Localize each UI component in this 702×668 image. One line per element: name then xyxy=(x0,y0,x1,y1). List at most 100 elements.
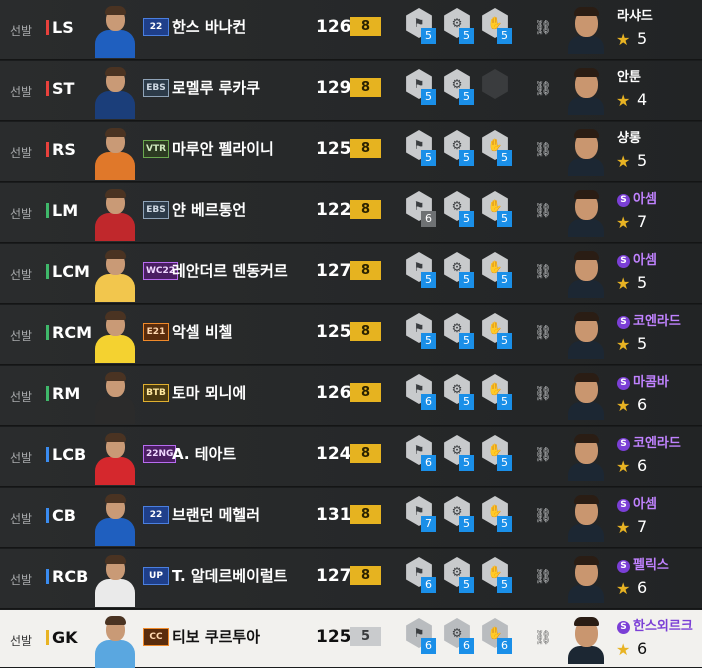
player-portrait[interactable] xyxy=(90,612,140,668)
player-row[interactable]: 선발 LM EBS 얀 베르통언 122 8 ⚑ 6 ⚙ 5 ✋ 5 ⛓ S 아셈 ★ 7 xyxy=(0,183,702,243)
link-icon[interactable]: ⛓ xyxy=(534,20,552,36)
coach-name[interactable]: S 코엔라드 xyxy=(617,310,681,329)
trait-slot[interactable]: ⚙ 5 xyxy=(442,69,476,105)
player-name[interactable]: A. 테아트 xyxy=(172,443,236,464)
coach-portrait[interactable] xyxy=(566,189,606,237)
player-portrait[interactable] xyxy=(90,185,140,241)
grade-badge: 8 xyxy=(350,17,381,36)
coach-portrait[interactable] xyxy=(566,555,606,603)
trait-slot[interactable]: ⚙ 5 xyxy=(442,191,476,227)
trait-slot[interactable]: ⚙ 5 xyxy=(442,557,476,593)
player-portrait[interactable] xyxy=(90,63,140,119)
trait-slot[interactable]: ⚙ 5 xyxy=(442,252,476,288)
player-portrait[interactable] xyxy=(90,124,140,180)
coach-portrait[interactable] xyxy=(566,433,606,481)
link-icon[interactable]: ⛓ xyxy=(534,264,552,280)
trait-slot[interactable]: ⚑ 7 xyxy=(404,496,438,532)
trait-slot[interactable]: ✋ 5 xyxy=(480,435,514,471)
player-name[interactable]: 레안더르 덴동커르 xyxy=(172,260,288,281)
player-row[interactable]: 선발 CB 22 브랜던 메헬러 131 8 ⚑ 7 ⚙ 5 ✋ 5 ⛓ S 아셈 ★ 7 xyxy=(0,488,702,548)
player-name[interactable]: 한스 바나컨 xyxy=(172,16,246,37)
player-row[interactable]: 선발 RCM E21 악셀 비첼 125 8 ⚑ 5 ⚙ 5 ✋ 5 ⛓ S 코엔라드 ★ 5 xyxy=(0,305,702,365)
coach-portrait[interactable] xyxy=(566,616,606,664)
link-icon[interactable]: ⛓ xyxy=(534,630,552,646)
player-portrait[interactable] xyxy=(90,551,140,607)
link-icon[interactable]: ⛓ xyxy=(534,81,552,97)
trait-slot[interactable]: ⚑ 5 xyxy=(404,252,438,288)
player-name[interactable]: T. 알데르베이럴트 xyxy=(172,565,287,586)
trait-slot[interactable]: ⚑ 5 xyxy=(404,8,438,44)
link-icon[interactable]: ⛓ xyxy=(534,508,552,524)
trait-slot[interactable]: ✋ 5 xyxy=(480,313,514,349)
player-name[interactable]: 마루안 펠라이니 xyxy=(172,138,274,159)
trait-slot[interactable] xyxy=(480,69,514,105)
link-icon[interactable]: ⛓ xyxy=(534,386,552,402)
coach-portrait[interactable] xyxy=(566,372,606,420)
player-row[interactable]: 선발 RS VTR 마루안 펠라이니 125 8 ⚑ 5 ⚙ 5 ✋ 5 ⛓ 샹롱 ★ 5 xyxy=(0,122,702,182)
player-row[interactable]: 선발 LS 22 한스 바나컨 126 8 ⚑ 5 ⚙ 5 ✋ 5 ⛓ 라샤드 ★ 5 xyxy=(0,0,702,60)
trait-slot[interactable]: ✋ 5 xyxy=(480,252,514,288)
coach-name[interactable]: S 마콤바 xyxy=(617,371,669,390)
trait-slot[interactable]: ✋ 5 xyxy=(480,8,514,44)
trait-slot[interactable]: ⚑ 5 xyxy=(404,69,438,105)
link-icon[interactable]: ⛓ xyxy=(534,325,552,341)
trait-slot[interactable]: ⚑ 6 xyxy=(404,618,438,654)
player-portrait[interactable] xyxy=(90,490,140,546)
player-name[interactable]: 악셀 비첼 xyxy=(172,321,232,342)
trait-slot[interactable]: ✋ 5 xyxy=(480,130,514,166)
player-name[interactable]: 로멜루 루카쿠 xyxy=(172,77,260,98)
player-name[interactable]: 얀 베르통언 xyxy=(172,199,246,220)
player-name[interactable]: 티보 쿠르투아 xyxy=(172,626,260,647)
trait-slot[interactable]: ⚑ 6 xyxy=(404,374,438,410)
player-row[interactable]: 선발 LCM WC22 레안더르 덴동커르 127 8 ⚑ 5 ⚙ 5 ✋ 5 ⛓ S 아셈 ★ 5 xyxy=(0,244,702,304)
trait-slot[interactable]: ⚑ 6 xyxy=(404,191,438,227)
trait-slot[interactable]: ✋ 5 xyxy=(480,374,514,410)
coach-name[interactable]: S 아셈 xyxy=(617,249,657,268)
trait-slot[interactable]: ✋ 5 xyxy=(480,191,514,227)
player-portrait[interactable] xyxy=(90,307,140,363)
trait-slot[interactable]: ⚑ 5 xyxy=(404,313,438,349)
coach-portrait[interactable] xyxy=(566,494,606,542)
trait-slot[interactable]: ⚙ 5 xyxy=(442,496,476,532)
coach-portrait[interactable] xyxy=(566,67,606,115)
link-icon[interactable]: ⛓ xyxy=(534,142,552,158)
coach-portrait[interactable] xyxy=(566,311,606,359)
coach-name[interactable]: 라샤드 xyxy=(617,5,653,24)
coach-portrait[interactable] xyxy=(566,6,606,54)
player-portrait[interactable] xyxy=(90,246,140,302)
player-portrait[interactable] xyxy=(90,368,140,424)
coach-name[interactable]: S 한스외르크 xyxy=(617,615,693,634)
link-icon[interactable]: ⛓ xyxy=(534,569,552,585)
trait-slot[interactable]: ⚑ 6 xyxy=(404,435,438,471)
coach-name[interactable]: S 아셈 xyxy=(617,493,657,512)
player-row[interactable]: 선발 RM BTB 토마 뫼니에 126 8 ⚑ 6 ⚙ 5 ✋ 5 ⛓ S 마콤바 ★ 6 xyxy=(0,366,702,426)
player-portrait[interactable] xyxy=(90,2,140,58)
coach-name[interactable]: S 아셈 xyxy=(617,188,657,207)
trait-slot[interactable]: ⚙ 5 xyxy=(442,130,476,166)
player-row[interactable]: 선발 ST EBS 로멜루 루카쿠 129 8 ⚑ 5 ⚙ 5 ⛓ 안툰 ★ 4 xyxy=(0,61,702,121)
player-row[interactable]: 선발 LCB 22NG A. 테아트 124 8 ⚑ 6 ⚙ 5 ✋ 5 ⛓ S 코엔라드 ★ 6 xyxy=(0,427,702,487)
coach-name[interactable]: 안툰 xyxy=(617,66,641,85)
player-row[interactable]: 선발 GK CC 티보 쿠르투아 125 5 ⚑ 6 ⚙ 6 ✋ 6 ⛓ S 한스외르크 ★ 6 xyxy=(0,610,702,668)
trait-slot[interactable]: ⚙ 5 xyxy=(442,435,476,471)
coach-portrait[interactable] xyxy=(566,250,606,298)
trait-slot[interactable]: ⚙ 5 xyxy=(442,8,476,44)
player-portrait[interactable] xyxy=(90,429,140,485)
link-icon[interactable]: ⛓ xyxy=(534,447,552,463)
trait-slot[interactable]: ✋ 5 xyxy=(480,557,514,593)
coach-name[interactable]: 샹롱 xyxy=(617,127,641,146)
coach-portrait[interactable] xyxy=(566,128,606,176)
trait-slot[interactable]: ⚙ 6 xyxy=(442,618,476,654)
trait-slot[interactable]: ⚑ 6 xyxy=(404,557,438,593)
player-name[interactable]: 브랜던 메헬러 xyxy=(172,504,260,525)
coach-name[interactable]: S 코엔라드 xyxy=(617,432,681,451)
player-name[interactable]: 토마 뫼니에 xyxy=(172,382,246,403)
coach-name[interactable]: S 펠릭스 xyxy=(617,554,669,573)
trait-slot[interactable]: ⚑ 5 xyxy=(404,130,438,166)
trait-slot[interactable]: ⚙ 5 xyxy=(442,313,476,349)
trait-slot[interactable]: ⚙ 5 xyxy=(442,374,476,410)
trait-slot[interactable]: ✋ 5 xyxy=(480,496,514,532)
player-row[interactable]: 선발 RCB UP T. 알데르베이럴트 127 8 ⚑ 6 ⚙ 5 ✋ 5 ⛓ S 펠릭스 ★ 6 xyxy=(0,549,702,609)
trait-slot[interactable]: ✋ 6 xyxy=(480,618,514,654)
link-icon[interactable]: ⛓ xyxy=(534,203,552,219)
